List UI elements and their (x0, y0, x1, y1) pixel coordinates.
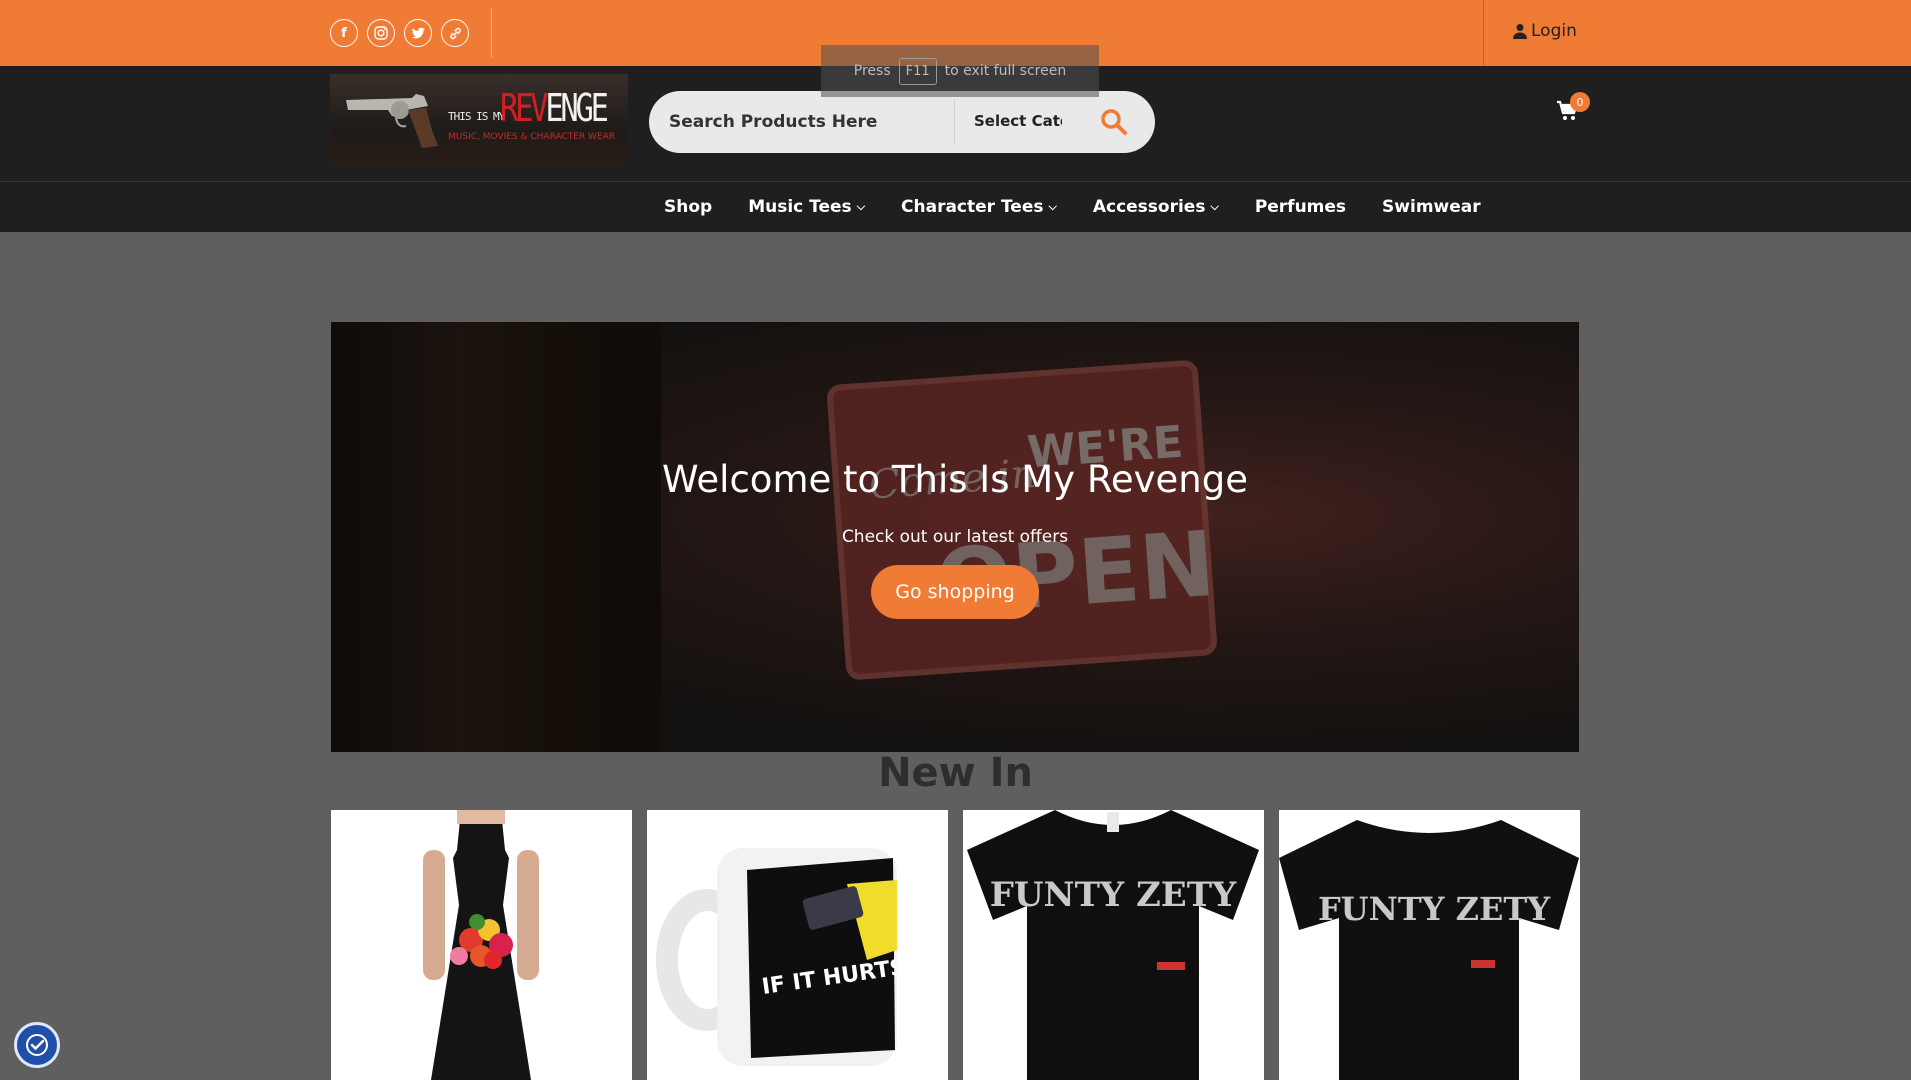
user-icon (1513, 24, 1527, 39)
go-shopping-button[interactable]: Go shopping (871, 565, 1039, 619)
nav-item-music-tees[interactable]: Music Tees ⌵ (748, 197, 865, 217)
search-input[interactable] (649, 91, 955, 153)
search-bar: Select Category (649, 91, 1155, 153)
login-link[interactable]: Login (1512, 21, 1577, 41)
facebook-icon[interactable]: f (330, 19, 358, 47)
nav-item-swimwear[interactable]: Swimwear (1382, 197, 1481, 217)
nav-item-character-tees[interactable]: Character Tees ⌵ (901, 197, 1057, 217)
logo-small-text: THIS IS MY (448, 110, 505, 123)
product-image-mug: IF IT HURTS YOU MORE YOU'RE PROBABLY HO (656, 848, 948, 1066)
cart-count-badge: 0 (1570, 92, 1590, 112)
tshirt-print-text: FUNTY ZETY (990, 875, 1237, 915)
product-image-tshirt: FUNTY ZETY (1279, 820, 1579, 1080)
product-image-tshirt: FUNTY ZETY (967, 810, 1259, 1080)
revolver-icon (346, 94, 438, 148)
hero-title: Welcome to This Is My Revenge (662, 458, 1248, 501)
login-label: Login (1531, 21, 1577, 41)
section-title: New In (878, 750, 1033, 796)
chevron-down-icon: ⌵ (856, 200, 866, 213)
product-image-dress (423, 810, 539, 1080)
product-card[interactable]: FUNTY ZETY (1279, 810, 1580, 1080)
link-icon[interactable] (441, 19, 469, 47)
chevron-down-icon: ⌵ (1210, 200, 1219, 213)
divider (1483, 0, 1484, 66)
instagram-icon[interactable] (367, 19, 395, 47)
nav-item-perfumes[interactable]: Perfumes (1255, 197, 1346, 217)
nav-label: Perfumes (1254, 197, 1347, 217)
logo-white: ENGE (545, 86, 609, 130)
hint-rest: to exit full screen (944, 63, 1067, 79)
logo-red: REV (500, 86, 548, 130)
search-icon[interactable] (1099, 107, 1129, 137)
hero-banner: Come in WE'RE OPEN Welcome to This Is My… (331, 322, 1579, 752)
divider (491, 8, 492, 58)
main-nav: Shop Music Tees ⌵ Character Tees ⌵ Accesso… (0, 181, 1911, 232)
nav-label: Shop (664, 197, 713, 217)
fullscreen-hint: Press F11 to exit full screen (821, 45, 1099, 97)
hint-press: Press (853, 63, 891, 79)
twitter-icon[interactable] (404, 19, 432, 47)
accessibility-button[interactable] (14, 1022, 60, 1068)
product-card[interactable]: FUNTY ZETY (963, 810, 1264, 1080)
logo-tagline: MUSIC, MOVIES & CHARACTER WEAR (448, 132, 616, 142)
hint-key: F11 (898, 57, 937, 85)
social-links: f (330, 19, 469, 47)
nav-item-shop[interactable]: Shop (664, 197, 712, 217)
nav-label: Music Tees (748, 197, 852, 217)
tshirt-print-text: FUNTY ZETY (1318, 890, 1551, 928)
category-select[interactable]: Select Category (974, 112, 1062, 130)
nav-label: Character Tees (901, 197, 1044, 217)
nav-label: Accessories (1092, 197, 1206, 217)
nav-label: Swimwear (1382, 197, 1481, 217)
chevron-down-icon: ⌵ (1048, 200, 1057, 213)
site-logo[interactable]: THIS IS MY REVENGE MUSIC, MOVIES & CHARA… (330, 74, 628, 166)
search-divider (954, 99, 955, 145)
nav-item-accessories[interactable]: Accessories ⌵ (1093, 197, 1219, 217)
logo-wordmark: REVENGE (500, 86, 609, 130)
accessibility-icon (26, 1034, 48, 1056)
product-card[interactable]: IF IT HURTS YOU MORE YOU'RE PROBABLY HO (647, 810, 948, 1080)
product-card[interactable] (331, 810, 632, 1080)
hero-subtitle: Check out our latest offers (841, 527, 1069, 547)
